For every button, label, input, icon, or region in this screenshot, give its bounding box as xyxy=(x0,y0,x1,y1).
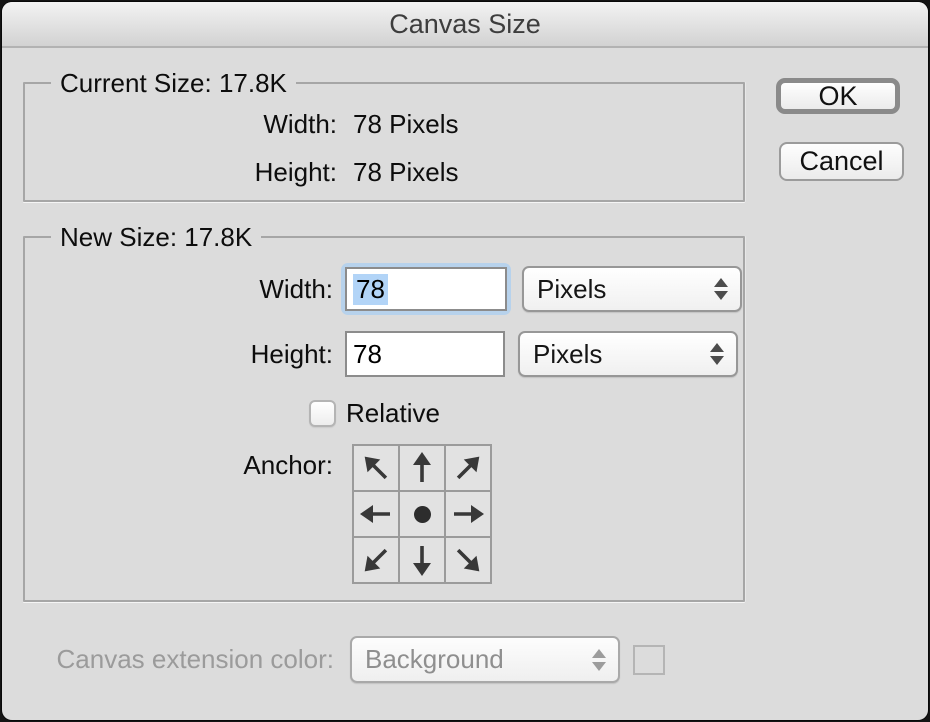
relative-checkbox[interactable] xyxy=(309,400,336,427)
arrow-down-left-icon xyxy=(351,535,402,586)
anchor-label: Anchor: xyxy=(25,444,333,481)
current-width-value: 78 Pixels xyxy=(353,111,459,137)
dialog-title: Canvas Size xyxy=(389,9,541,40)
width-input[interactable]: 78 xyxy=(345,267,507,311)
extension-color-swatch xyxy=(633,645,665,675)
anchor-cell-down[interactable] xyxy=(400,538,444,582)
anchor-cell-left[interactable] xyxy=(354,492,398,536)
current-size-legend: Current Size: 17.8K xyxy=(51,68,296,99)
stepper-arrows-icon xyxy=(591,648,607,672)
cancel-button[interactable]: Cancel xyxy=(779,142,904,181)
current-width-label: Width: xyxy=(25,111,337,137)
anchor-cell-center-selected[interactable] xyxy=(400,492,444,536)
new-size-legend: New Size: 17.8K xyxy=(51,222,261,253)
arrow-right-icon xyxy=(450,496,486,532)
new-height-row: Height: 78 Pixels xyxy=(25,331,743,377)
stepper-arrows-icon xyxy=(709,342,725,366)
ok-button[interactable]: OK xyxy=(776,78,900,114)
arrow-up-right-icon xyxy=(443,443,494,494)
anchor-cell-down-right[interactable] xyxy=(446,538,490,582)
anchor-center-dot-icon xyxy=(414,506,431,523)
stepper-arrows-icon xyxy=(713,277,729,301)
height-unit-select[interactable]: Pixels xyxy=(518,331,738,377)
arrow-left-icon xyxy=(358,496,394,532)
width-input-selected-text: 78 xyxy=(353,274,388,305)
new-size-group: New Size: 17.8K Width: 78 Pixels Height:… xyxy=(23,236,745,602)
current-height-label: Height: xyxy=(25,159,337,185)
height-input-text: 78 xyxy=(353,339,382,370)
new-width-label: Width: xyxy=(25,274,333,305)
anchor-row: Anchor: xyxy=(25,444,743,584)
arrow-down-icon xyxy=(404,542,440,578)
current-height-value: 78 Pixels xyxy=(353,159,459,185)
title-bar: Canvas Size xyxy=(2,2,928,48)
relative-label: Relative xyxy=(346,398,440,429)
relative-row: Relative xyxy=(25,400,743,427)
anchor-cell-up-right[interactable] xyxy=(446,446,490,490)
new-height-label: Height: xyxy=(25,339,333,370)
height-input[interactable]: 78 xyxy=(345,331,505,377)
anchor-cell-down-left[interactable] xyxy=(354,538,398,582)
arrow-up-icon xyxy=(404,450,440,486)
canvas-extension-label: Canvas extension color: xyxy=(23,644,334,675)
arrow-down-right-icon xyxy=(443,535,494,586)
anchor-cell-right[interactable] xyxy=(446,492,490,536)
new-width-row: Width: 78 Pixels xyxy=(25,262,743,316)
width-input-focus-ring: 78 xyxy=(341,263,511,315)
anchor-grid xyxy=(352,444,492,584)
height-unit-value: Pixels xyxy=(533,339,602,370)
width-unit-value: Pixels xyxy=(537,274,606,305)
canvas-extension-row: Canvas extension color: Background xyxy=(23,636,665,683)
current-size-group: Current Size: 17.8K Width: 78 Pixels Hei… xyxy=(23,82,745,202)
arrow-up-left-icon xyxy=(351,443,402,494)
current-width-row: Width: 78 Pixels xyxy=(25,111,743,137)
width-unit-select[interactable]: Pixels xyxy=(522,266,742,312)
canvas-extension-color-value: Background xyxy=(365,644,504,675)
anchor-cell-up[interactable] xyxy=(400,446,444,490)
current-height-row: Height: 78 Pixels xyxy=(25,159,743,185)
canvas-extension-color-select: Background xyxy=(350,636,620,683)
anchor-cell-up-left[interactable] xyxy=(354,446,398,490)
canvas-size-dialog: Canvas Size OK Cancel Current Size: 17.8… xyxy=(2,2,928,720)
